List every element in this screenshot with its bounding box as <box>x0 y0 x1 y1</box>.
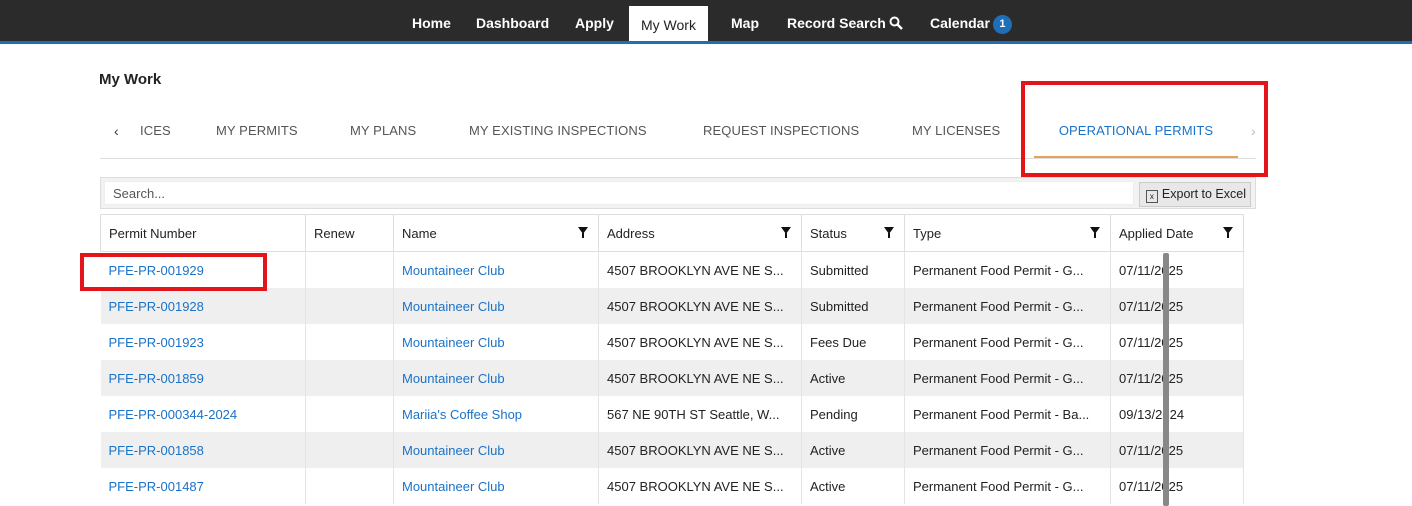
tab-my-existing-inspections[interactable]: MY EXISTING INSPECTIONS <box>469 112 647 156</box>
cell-address: 4507 BROOKLYN AVE NE S... <box>598 251 802 288</box>
nav-record-search-label: Record Search <box>787 15 886 31</box>
nav-map[interactable]: Map <box>731 0 759 41</box>
cell-applied-date: 07/11/2025 <box>1110 360 1244 396</box>
excel-icon: x <box>1145 190 1158 203</box>
cell-status: Fees Due <box>801 324 905 360</box>
cell-status: Pending <box>801 396 905 432</box>
column-header-permit-number[interactable]: Permit Number <box>100 214 306 252</box>
cell-renew <box>305 396 394 432</box>
cell-applied-date: 09/13/2024 <box>1110 396 1244 432</box>
cell-permit-number[interactable]: PFE-PR-001928 <box>100 288 306 324</box>
table-row: PFE-PR-001859 Mountaineer Club 4507 BROOKL… <box>100 360 1244 396</box>
nav-home[interactable]: Home <box>412 0 451 41</box>
cell-type: Permanent Food Permit - G... <box>904 432 1111 468</box>
cell-status: Active <box>801 360 905 396</box>
grid-toolbar: xExport to Excel <box>100 177 1256 209</box>
cell-renew <box>305 432 394 468</box>
cell-type: Permanent Food Permit - G... <box>904 251 1111 288</box>
cell-renew <box>305 288 394 324</box>
column-header-type[interactable]: Type <box>904 214 1111 252</box>
search-icon <box>889 2 903 49</box>
table-row: PFE-PR-001487 Mountaineer Club 4507 BROOKL… <box>100 468 1244 504</box>
nav-my-work[interactable]: My Work <box>629 6 708 41</box>
table-row: PFE-PR-000344-2024 Mariia's Coffee Shop 56… <box>100 396 1244 432</box>
column-header-renew[interactable]: Renew <box>305 214 394 252</box>
export-label: Export to Excel <box>1161 187 1246 201</box>
grid-header-row: Permit Number Renew Name Address Status … <box>100 214 1244 252</box>
cell-name[interactable]: Mountaineer Club <box>393 360 599 396</box>
cell-permit-number[interactable]: PFE-PR-001859 <box>100 360 306 396</box>
cell-applied-date: 07/11/2025 <box>1110 324 1244 360</box>
tab-invoices[interactable]: ICES <box>140 112 171 156</box>
top-nav: Home Dashboard Apply My Work Map Record … <box>0 0 1412 44</box>
cell-address: 4507 BROOKLYN AVE NE S... <box>598 468 802 504</box>
cell-name[interactable]: Mountaineer Club <box>393 432 599 468</box>
table-row: PFE-PR-001858 Mountaineer Club 4507 BROOKL… <box>100 432 1244 468</box>
calendar-count-badge: 1 <box>992 15 1012 34</box>
tab-strip: ‹ ICES MY PERMITS MY PLANS MY EXISTING I… <box>100 112 1256 159</box>
cell-permit-number[interactable]: PFE-PR-001923 <box>100 324 306 360</box>
cell-renew <box>305 251 394 288</box>
nav-dashboard[interactable]: Dashboard <box>476 0 549 41</box>
cell-renew <box>305 468 394 504</box>
cell-address: 4507 BROOKLYN AVE NE S... <box>598 288 802 324</box>
nav-record-search[interactable]: Record Search <box>787 0 903 41</box>
column-header-applied-date[interactable]: Applied Date <box>1110 214 1244 252</box>
chevron-left-icon[interactable]: ‹ <box>114 112 119 152</box>
page-title: My Work <box>99 71 162 88</box>
cell-name[interactable]: Mountaineer Club <box>393 324 599 360</box>
filter-icon[interactable] <box>884 227 894 238</box>
tab-operational-permits[interactable]: OPERATIONAL PERMITS <box>1034 112 1238 158</box>
table-row: PFE-PR-001928 Mountaineer Club 4507 BROOKL… <box>100 288 1244 324</box>
cell-applied-date: 07/11/2025 <box>1110 432 1244 468</box>
column-header-name[interactable]: Name <box>393 214 599 252</box>
tab-request-inspections[interactable]: REQUEST INSPECTIONS <box>703 112 859 156</box>
filter-icon[interactable] <box>1223 227 1233 238</box>
table-row: PFE-PR-001923 Mountaineer Club 4507 BROOKL… <box>100 324 1244 360</box>
cell-type: Permanent Food Permit - Ba... <box>904 396 1111 432</box>
column-header-status[interactable]: Status <box>801 214 905 252</box>
cell-applied-date: 07/11/2025 <box>1110 468 1244 504</box>
export-to-excel-button[interactable]: x Export to Excel <box>1138 182 1251 207</box>
cell-type: Permanent Food Permit - G... <box>904 288 1111 324</box>
chevron-right-icon[interactable]: › <box>1251 112 1256 152</box>
cell-name[interactable]: Mountaineer Club <box>393 468 599 504</box>
cell-address: 567 NE 90TH ST Seattle, W... <box>598 396 802 432</box>
grid-scrollbar[interactable] <box>1163 253 1169 506</box>
nav-calendar[interactable]: Calendar 1 <box>930 0 1012 41</box>
cell-applied-date: 07/11/2025 <box>1110 251 1244 288</box>
cell-renew <box>305 360 394 396</box>
cell-permit-number[interactable]: PFE-PR-001487 <box>100 468 306 504</box>
cell-address: 4507 BROOKLYN AVE NE S... <box>598 432 802 468</box>
cell-type: Permanent Food Permit - G... <box>904 468 1111 504</box>
column-header-address[interactable]: Address <box>598 214 802 252</box>
cell-status: Active <box>801 468 905 504</box>
filter-icon[interactable] <box>781 227 791 238</box>
tab-my-licenses[interactable]: MY LICENSES <box>912 112 1000 156</box>
cell-status: Submitted <box>801 251 905 288</box>
filter-icon[interactable] <box>1090 227 1100 238</box>
nav-calendar-label: Calendar <box>930 15 990 31</box>
cell-name[interactable]: Mariia's Coffee Shop <box>393 396 599 432</box>
table-row: PFE-PR-001929 Mountaineer Club 4507 BROOKL… <box>100 251 1244 288</box>
cell-permit-number[interactable]: PFE-PR-001858 <box>100 432 306 468</box>
cell-status: Submitted <box>801 288 905 324</box>
cell-permit-number[interactable]: PFE-PR-001929 <box>100 251 306 288</box>
cell-type: Permanent Food Permit - G... <box>904 360 1111 396</box>
cell-status: Active <box>801 432 905 468</box>
cell-address: 4507 BROOKLYN AVE NE S... <box>598 360 802 396</box>
permits-grid: Permit Number Renew Name Address Status … <box>100 214 1256 506</box>
cell-renew <box>305 324 394 360</box>
cell-name[interactable]: Mountaineer Club <box>393 288 599 324</box>
search-input[interactable] <box>104 181 1134 205</box>
cell-applied-date: 07/11/2025 <box>1110 288 1244 324</box>
filter-icon[interactable] <box>578 227 588 238</box>
cell-permit-number[interactable]: PFE-PR-000344-2024 <box>100 396 306 432</box>
cell-address: 4507 BROOKLYN AVE NE S... <box>598 324 802 360</box>
tab-my-plans[interactable]: MY PLANS <box>350 112 416 156</box>
cell-name[interactable]: Mountaineer Club <box>393 251 599 288</box>
cell-type: Permanent Food Permit - G... <box>904 324 1111 360</box>
nav-apply[interactable]: Apply <box>575 0 614 41</box>
tab-my-permits[interactable]: MY PERMITS <box>216 112 298 156</box>
